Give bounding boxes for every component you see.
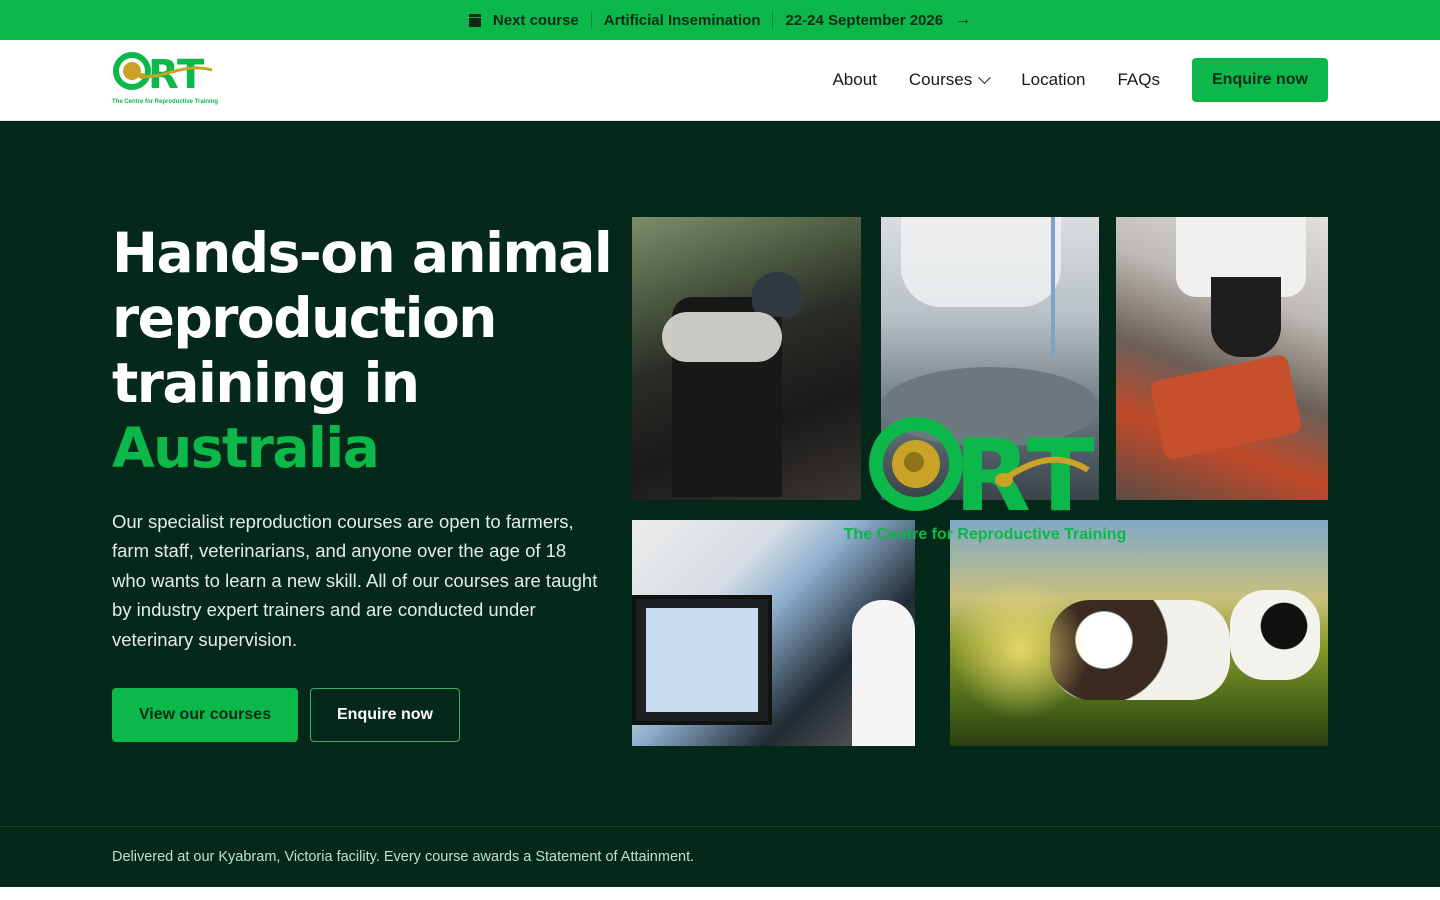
nav-courses-label: Courses [908, 70, 973, 89]
collage-tagline: The Centre for Reproductive Training [843, 526, 1127, 543]
nav-location[interactable]: Location [1021, 70, 1085, 90]
announcement-dates: 22-24 September 2026 [785, 11, 944, 29]
hero-enquire-button[interactable]: Enquire now [310, 688, 460, 742]
nav-courses[interactable]: Courses [908, 70, 992, 90]
main-nav: About Courses Location FAQs Enquire now [800, 58, 1328, 102]
photo-lab-scientist [632, 520, 915, 746]
announcement-course: Artificial Insemination [592, 10, 773, 30]
hero-section: Hands-on animal reproduction training in… [0, 121, 1440, 826]
nav-about[interactable]: About [832, 70, 876, 90]
hero-title-main: Hands-on animal reproduction training in [112, 221, 613, 415]
arrow-right-icon[interactable]: → [955, 11, 971, 29]
crt-logo-mark: RT [113, 52, 213, 96]
enquire-now-button[interactable]: Enquire now [1192, 58, 1328, 102]
crt-brand-mark: RT [869, 417, 1095, 528]
announcement-course-name: Artificial Insemination [603, 11, 761, 29]
site-logo[interactable]: RT The Centre for Reproductive Training [112, 50, 242, 110]
hero-title: Hands-on animal reproduction training in… [112, 221, 613, 481]
photo-microscope [1116, 217, 1328, 500]
svg-text:RT: RT [148, 52, 205, 96]
hero-lead: Our specialist reproduction courses are … [112, 511, 598, 650]
logo-tagline: The Centre for Reproductive Training [112, 99, 219, 105]
facility-text: Delivered at our Kyabram, Victoria facil… [112, 849, 695, 865]
nav-faqs[interactable]: FAQs [1117, 70, 1160, 90]
facility-strip: Delivered at our Kyabram, Victoria facil… [0, 826, 1440, 887]
photo-cattle-handling [632, 217, 861, 500]
photo-dairy-cows [950, 520, 1328, 746]
announcement-label-group: Next course [457, 10, 591, 30]
calendar-icon [468, 13, 481, 27]
svg-text:RT: RT [954, 417, 1095, 528]
announcement-bar[interactable]: Next course Artificial Insemination 22-2… [0, 0, 1440, 40]
announcement-label: Next course [492, 11, 579, 29]
page-bottom [0, 887, 1440, 900]
announcement-dates-group[interactable]: 22-24 September 2026 → [773, 10, 983, 30]
view-courses-button[interactable]: View our courses [112, 688, 298, 742]
site-header: RT The Centre for Reproductive Training … [0, 40, 1440, 121]
chevron-down-icon [978, 70, 992, 84]
hero-title-accent: Australia [112, 416, 380, 480]
